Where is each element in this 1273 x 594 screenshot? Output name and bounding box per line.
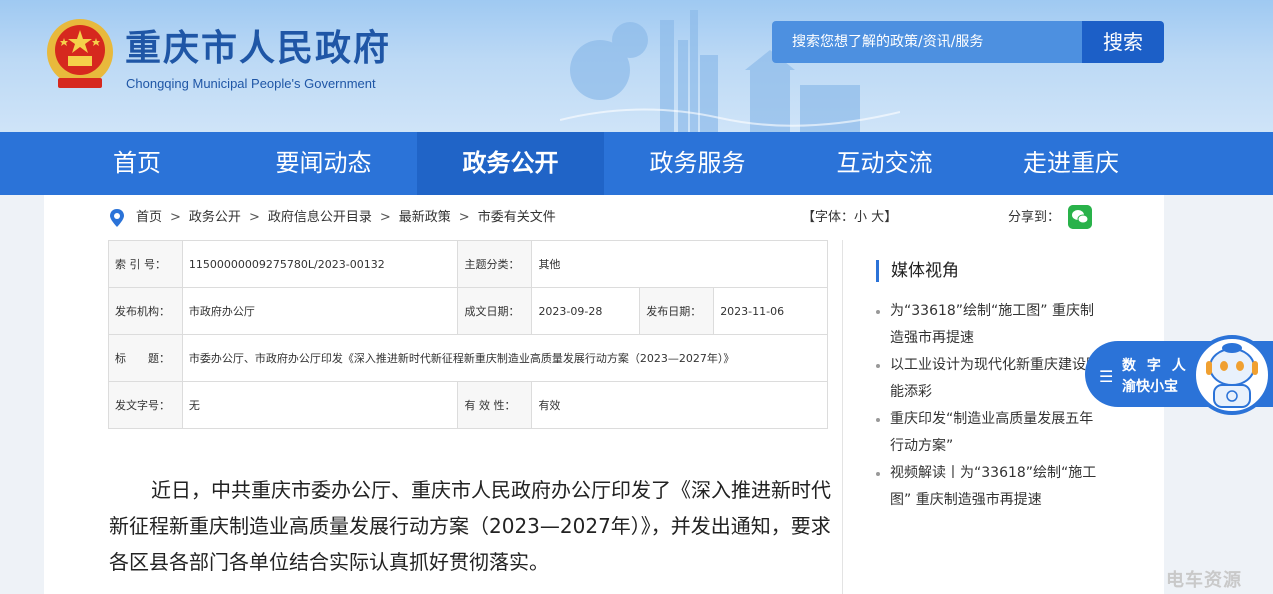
site-title: 重庆市人民政府: [125, 28, 392, 69]
topic-value: 其他: [531, 240, 828, 288]
assistant-label-line2: 渝快小宝: [1122, 379, 1178, 395]
nav-item-interaction[interactable]: 互动交流: [791, 132, 978, 195]
font-size-label: 【字体：: [802, 210, 855, 225]
breadcrumb-item-latest-policy[interactable]: 最新政策: [399, 208, 451, 228]
assistant-label-line1: 数 字 人: [1122, 358, 1189, 374]
share-label: 分享到：: [1008, 210, 1061, 225]
nav-item-about-chongqing[interactable]: 走进重庆: [978, 132, 1164, 195]
main-nav: 首页 要闻动态 政务公开 政务服务 互动交流 走进重庆: [0, 132, 1273, 195]
validity-label: 有 效 性：: [457, 381, 533, 429]
breadcrumb-item-catalog[interactable]: 政府信息公开目录: [268, 208, 372, 228]
doc-number-label: 发文字号：: [108, 381, 183, 429]
site-subtitle: Chongqing Municipal People's Government: [126, 76, 376, 91]
watermark-text: 电车资源: [1166, 570, 1242, 591]
font-size-switcher: 【字体：小 大】: [802, 208, 897, 228]
nav-item-home[interactable]: 首页: [44, 132, 230, 195]
table-row: 索 引 号： 11500000009275780L/2023-00132 主题分…: [108, 240, 828, 288]
breadcrumb-item-committee-docs[interactable]: 市委有关文件: [478, 208, 556, 228]
doc-number-value: 无: [181, 381, 459, 429]
index-label: 索 引 号：: [108, 240, 183, 288]
font-size-bracket: 】: [884, 210, 898, 225]
issuer-label: 发布机构：: [108, 287, 183, 335]
validity-value: 有效: [531, 381, 828, 429]
breadcrumb-item-home[interactable]: 首页: [136, 208, 162, 228]
index-value: 11500000009275780L/2023-00132: [181, 240, 459, 288]
chevron-right-icon: >: [170, 210, 181, 225]
site-header: 重庆市人民政府 Chongqing Municipal People's Gov…: [0, 0, 1273, 132]
robot-avatar-icon[interactable]: [1192, 333, 1272, 417]
chevron-right-icon: >: [458, 210, 470, 225]
font-size-small-link[interactable]: 小: [854, 210, 867, 225]
column-divider: [842, 240, 843, 594]
table-row: 标 题： 市委办公厅、市政府办公厅印发《深入推进新时代新征程新重庆制造业高质量发…: [108, 334, 829, 382]
nav-item-services[interactable]: 政务服务: [604, 132, 791, 195]
table-row: 发布机构： 市政府办公厅 成文日期： 2023-09-28 发布日期： 2023…: [108, 287, 828, 335]
font-size-large-link[interactable]: 大: [871, 210, 884, 225]
table-row: 发文字号： 无 有 效 性： 有效: [108, 381, 828, 429]
list-item[interactable]: 为“33618”绘制“施工图” 重庆制造强市再提速: [876, 298, 1106, 352]
document-info-table: 索 引 号： 11500000009275780L/2023-00132 主题分…: [108, 240, 829, 429]
title-value: 市委办公厅、市政府办公厅印发《深入推进新时代新征程新重庆制造业高质量发展行动方案…: [181, 334, 829, 382]
national-emblem-logo: [47, 19, 113, 88]
published-date-value: 2023-11-06: [713, 287, 828, 335]
published-date-label: 发布日期：: [639, 287, 715, 335]
written-date-label: 成文日期：: [457, 287, 533, 335]
city-skyline-decoration: [560, 10, 900, 132]
written-date-value: 2023-09-28: [531, 287, 641, 335]
nav-item-gov-affairs[interactable]: 政务公开: [417, 132, 604, 195]
location-pin-icon: [110, 209, 124, 227]
list-item[interactable]: 以工业设计为现代化新重庆建设赋能添彩: [876, 352, 1106, 406]
menu-icon: ☰: [1099, 367, 1114, 386]
media-news-list: 为“33618”绘制“施工图” 重庆制造强市再提速 以工业设计为现代化新重庆建设…: [876, 298, 1106, 514]
breadcrumb-item-gov-affairs[interactable]: 政务公开: [189, 208, 241, 228]
title-label: 标 题：: [108, 334, 183, 382]
article-paragraph: 近日，中共重庆市委办公厅、重庆市人民政府办公厅印发了《深入推进新时代新征程新重庆…: [109, 478, 831, 574]
chevron-right-icon: >: [379, 210, 391, 225]
breadcrumb: 首页 > 政务公开 > 政府信息公开目录 > 最新政策 > 市委有关文件: [108, 208, 556, 228]
topic-label: 主题分类：: [457, 240, 533, 288]
search-button[interactable]: 搜索: [1082, 21, 1164, 63]
list-item[interactable]: 视频解读丨为“33618”绘制“施工图” 重庆制造强市再提速: [876, 460, 1106, 514]
sidebar-title: 媒体视角: [876, 260, 959, 282]
nav-item-news[interactable]: 要闻动态: [230, 132, 417, 195]
chevron-right-icon: >: [248, 210, 260, 225]
wechat-share-icon[interactable]: [1068, 205, 1092, 229]
issuer-value: 市政府办公厅: [181, 287, 459, 335]
search-input[interactable]: 搜索您想了解的政策/资讯/服务: [772, 21, 1082, 63]
list-item[interactable]: 重庆印发“制造业高质量发展五年行动方案”: [876, 406, 1106, 460]
